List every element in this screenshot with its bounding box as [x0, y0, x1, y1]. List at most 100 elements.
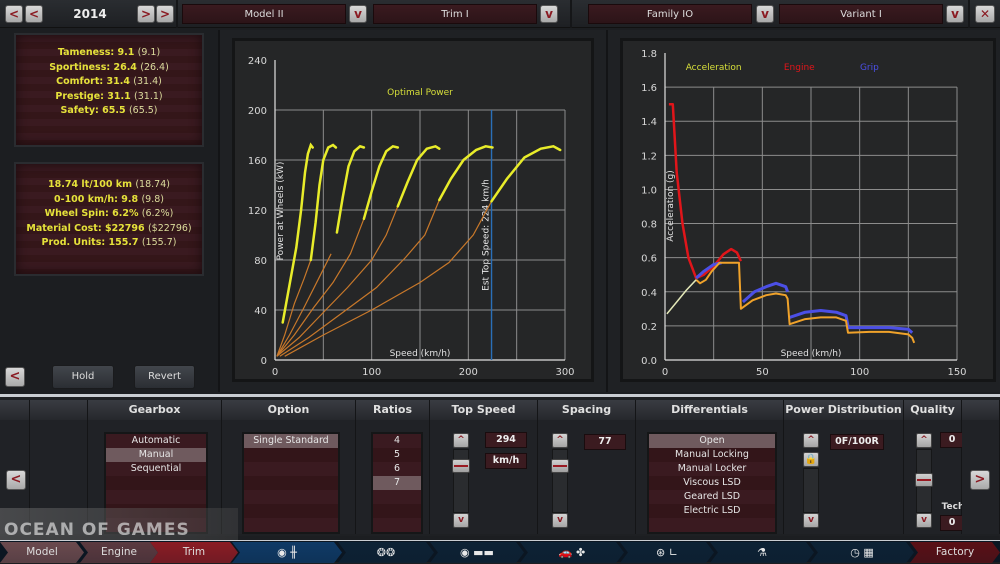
revert-button[interactable]: Revert — [134, 365, 195, 389]
wheels-icon: ❂❂ — [376, 546, 396, 559]
nav-gearbox[interactable]: ◉ ╫ — [232, 542, 342, 563]
power-distribution-down-button[interactable]: v — [803, 513, 819, 528]
nav-trim[interactable]: Trim — [150, 542, 238, 563]
power-distribution-slider-track[interactable] — [803, 468, 819, 513]
option-list: Single Standard — [242, 432, 340, 534]
stat-previous-value: (9.8) — [141, 193, 164, 205]
family-dropdown[interactable]: Family IO — [588, 4, 752, 24]
power-distribution-value: 0F/100R — [830, 434, 884, 450]
x-axis-label: Speed (km/h) — [781, 349, 842, 359]
trim-dropdown[interactable]: Trim I — [373, 4, 537, 24]
nav-factory[interactable]: Factory — [910, 542, 1000, 563]
gearbox-variant-option[interactable]: Single Standard — [244, 434, 338, 448]
top-speed-up-button[interactable]: ^ — [453, 433, 469, 448]
brakes-icon: ◉ ▬▬ — [460, 546, 494, 559]
ratio-option[interactable]: 6 — [373, 462, 421, 476]
differential-option[interactable]: Electric LSD — [649, 504, 775, 518]
top-speed-slider-thumb[interactable] — [452, 459, 470, 473]
y-tick-label: 0 — [261, 356, 267, 367]
close-button[interactable]: ✕ — [975, 5, 995, 23]
nav-wheels[interactable]: ❂❂ — [338, 542, 434, 563]
nav-test-track[interactable]: ◷ ▦ — [810, 542, 914, 563]
nav-brakes[interactable]: ◉ ▬▬ — [430, 542, 524, 563]
x-tick-label: 150 — [947, 367, 966, 378]
hold-button[interactable]: Hold — [52, 365, 114, 389]
top-speed-unit: km/h — [485, 453, 527, 469]
spacing-down-button[interactable]: v — [552, 513, 568, 528]
accel-chart: 0.0 0.2 0.4 0.6 0.8 1.0 1.2 1.4 1.6 1.8 0 50 100 150 S… — [641, 49, 966, 378]
nav-interior[interactable]: ⊛ ∟ — [620, 542, 714, 563]
spacing-header: Spacing — [538, 400, 636, 420]
chart-title: Optimal Power — [387, 88, 453, 98]
y-tick-label: 0.0 — [641, 356, 657, 367]
family-dropdown-arrow[interactable]: v — [756, 5, 774, 23]
x-tick-label: 50 — [756, 367, 769, 378]
year-display: 2014 — [73, 7, 107, 21]
gearbox-option[interactable]: Sequential — [106, 462, 206, 476]
stat-label: Sportiness: — [49, 61, 111, 73]
lock-icon: 🔒 — [804, 454, 818, 465]
differential-option[interactable]: Manual Locking — [649, 448, 775, 462]
bottom-next-button[interactable]: > — [970, 470, 990, 490]
stat-label: Material Cost: — [26, 222, 102, 234]
y-tick-label: 1.4 — [641, 117, 657, 128]
top-speed-header: Top Speed — [430, 400, 538, 420]
variant-dropdown-arrow[interactable]: v — [946, 5, 964, 23]
differential-option[interactable]: Open — [649, 434, 775, 448]
differential-option[interactable]: Geared LSD — [649, 490, 775, 504]
nav-body-aero[interactable]: 🚗 ✤ — [520, 542, 624, 563]
left-back-button[interactable]: < — [5, 367, 25, 387]
nav-engine[interactable]: Engine — [80, 542, 158, 563]
stat-line: 18.74 lt/100 km (18.74) — [16, 178, 202, 193]
design-stage-nav: Model Engine Trim ◉ ╫ ❂❂ ◉ ▬▬ 🚗 ✤ ⊛ ∟ ⚗ ◷ ▦ Factor… — [0, 540, 1000, 562]
variant-dropdown[interactable]: Variant I — [779, 4, 943, 24]
ratio-option[interactable]: 5 — [373, 448, 421, 462]
spacing-up-button[interactable]: ^ — [552, 433, 568, 448]
power-distribution-lock-button[interactable]: 🔒 — [803, 452, 819, 467]
year-prev-button[interactable]: < — [25, 5, 43, 23]
year-next-fast-button[interactable]: > — [156, 5, 174, 23]
differential-option[interactable]: Viscous LSD — [649, 476, 775, 490]
model-dropdown[interactable]: Model II — [182, 4, 346, 24]
gear-optimal-power-curve-3 — [335, 144, 366, 234]
bottom-prev-button[interactable]: < — [6, 470, 26, 490]
gear-optimal-power-curve-7 — [490, 144, 562, 203]
year-next-button[interactable]: > — [137, 5, 155, 23]
trim-dropdown-arrow[interactable]: v — [540, 5, 558, 23]
top-speed-annotation: Est Top Speed: 224 km/h — [482, 179, 492, 291]
y-axis-label: Power at Wheels (kW) — [276, 162, 286, 261]
top-speed-down-button[interactable]: v — [453, 513, 469, 528]
stat-previous-value: (31.4) — [133, 76, 162, 87]
y-tick-label: 0.2 — [641, 322, 657, 333]
ratio-option[interactable]: 4 — [373, 434, 421, 448]
power-chart: 0 40 80 120 160 200 240 0 100 200 300 Speed (km/h) P… — [248, 56, 575, 378]
nav-fuel[interactable]: ⚗ — [710, 542, 814, 563]
stat-previous-value: (9.1) — [137, 47, 161, 58]
stat-line: Tameness: 9.1 (9.1) — [16, 46, 202, 61]
series-acceleration-line — [695, 261, 916, 344]
power-distribution-up-button[interactable]: ^ — [803, 433, 819, 448]
stat-label: 0-100 km/h: — [54, 193, 118, 205]
quality-up-button[interactable]: ^ — [916, 433, 932, 448]
stat-line: Comfort: 31.4 (31.4) — [16, 75, 202, 90]
differential-option[interactable]: Manual Locker — [649, 462, 775, 476]
quality-down-button[interactable]: v — [916, 513, 932, 528]
close-icon: ✕ — [979, 7, 991, 21]
quality-slider-thumb[interactable] — [915, 473, 933, 487]
spacing-slider-thumb[interactable] — [551, 459, 569, 473]
stat-line: Sportiness: 26.4 (26.4) — [16, 61, 202, 76]
gear-optimal-power-curve-4 — [362, 144, 400, 221]
gearbox-option[interactable]: Manual — [106, 448, 206, 462]
power-chart-frame: 0 40 80 120 160 200 240 0 100 200 300 Speed (km/h) P… — [218, 30, 606, 392]
legend-engine: Engine — [784, 63, 815, 73]
nav-label: Trim — [182, 546, 206, 558]
model-dropdown-arrow[interactable]: v — [349, 5, 367, 23]
y-tick-label: 120 — [248, 206, 267, 217]
stat-label: Tameness: — [57, 47, 115, 58]
year-prev-fast-button[interactable]: < — [5, 5, 23, 23]
nav-model[interactable]: Model — [0, 542, 84, 563]
x-tick-label: 200 — [459, 367, 478, 378]
ratio-option[interactable]: 7 — [373, 476, 421, 490]
gearbox-option[interactable]: Automatic — [106, 434, 206, 448]
y-tick-label: 0.8 — [641, 220, 657, 231]
